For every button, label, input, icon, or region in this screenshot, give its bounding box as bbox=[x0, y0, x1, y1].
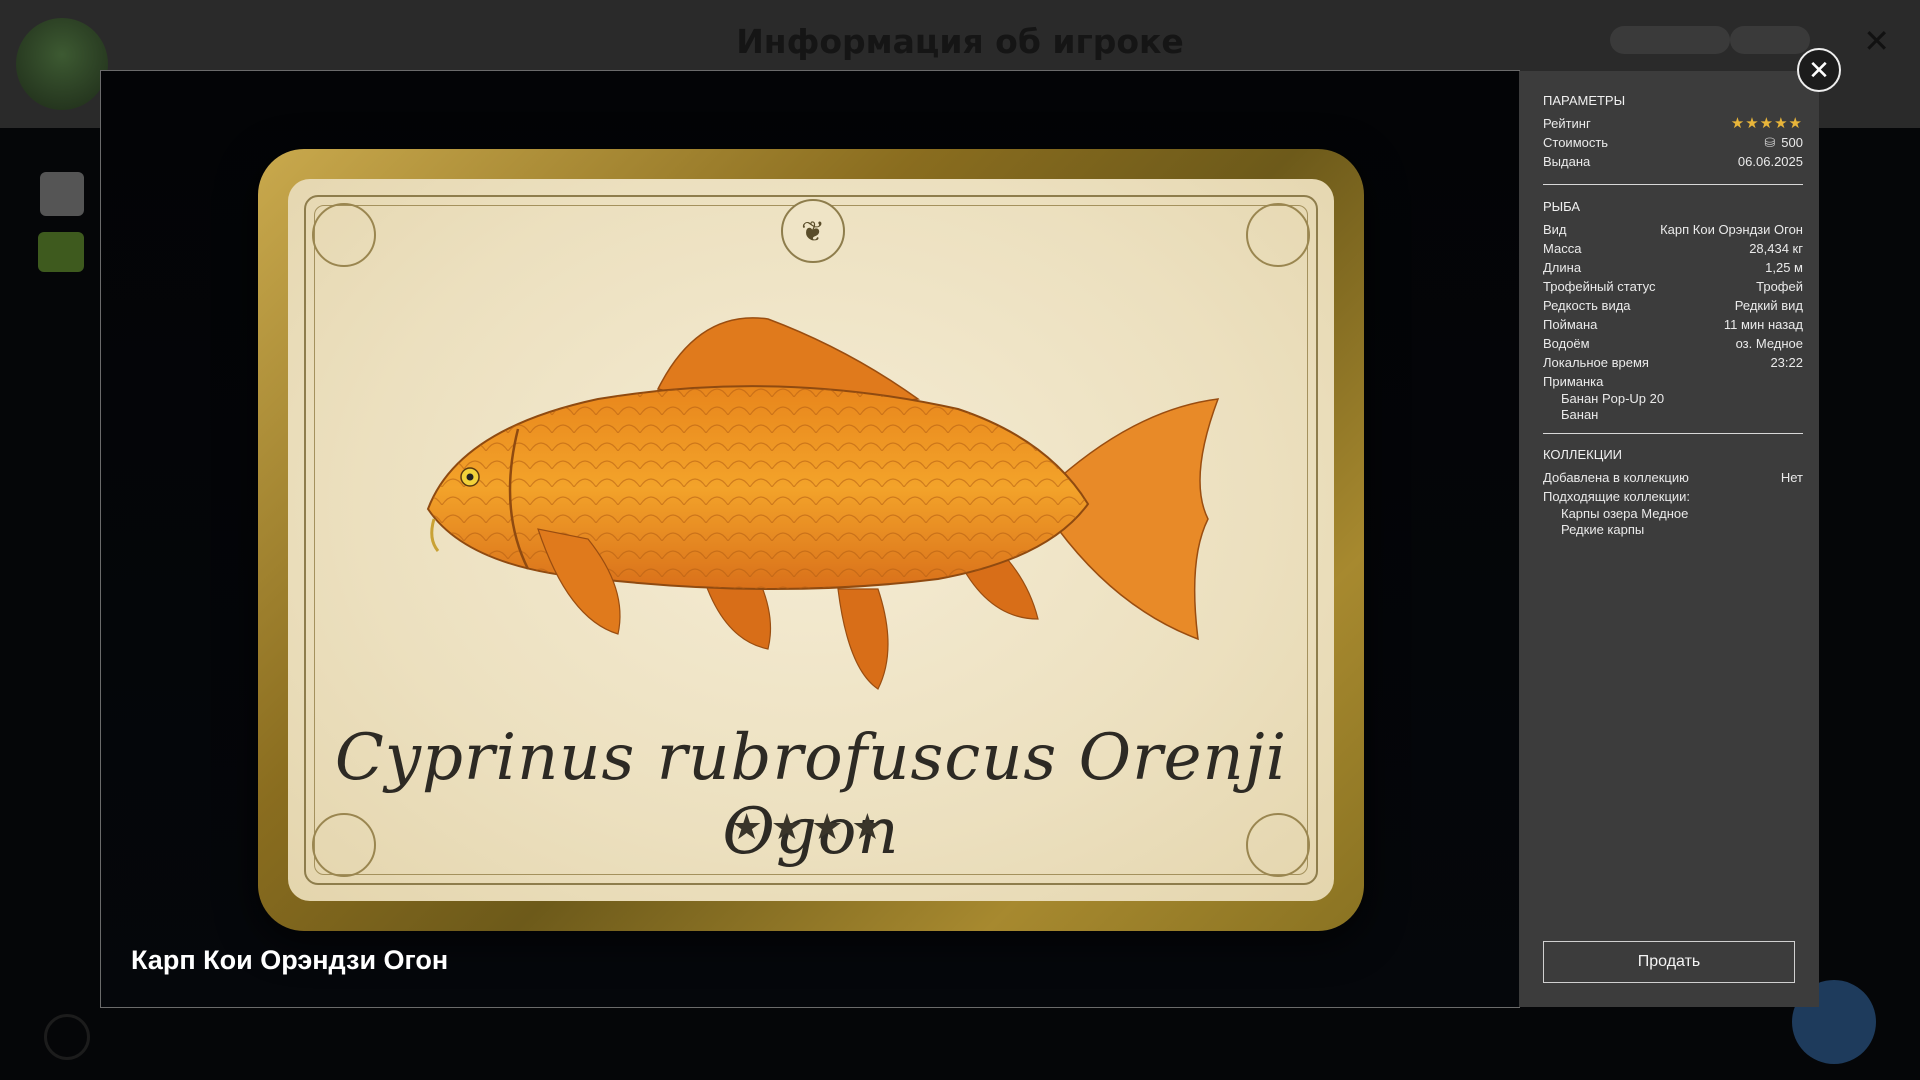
cost-label: Стоимость bbox=[1543, 135, 1609, 150]
added-collection-value: Нет bbox=[1780, 470, 1803, 485]
card-rarity-stars: ★★★★ bbox=[730, 807, 892, 848]
suitable-collections-row: Подходящие коллекции: bbox=[1543, 487, 1803, 506]
fish-info-value: 23:22 bbox=[1770, 355, 1803, 370]
bait-item: Банан Pop-Up 20 bbox=[1561, 391, 1665, 406]
issued-label: Выдана bbox=[1543, 154, 1591, 169]
card-preview-area: ❦ Cyprinus rubrofuscus Orenji Ogon ★★★★ … bbox=[101, 71, 1520, 1007]
fish-info-label: Локальное время bbox=[1543, 355, 1649, 370]
fish-info-row: Масса 28,434 кг bbox=[1543, 239, 1803, 258]
collections-section-title: КОЛЛЕКЦИИ bbox=[1543, 447, 1623, 462]
collection-item: Карпы озера Медное bbox=[1561, 506, 1689, 521]
added-collection-label: Добавлена в коллекцию bbox=[1543, 470, 1689, 485]
fish-info-label: Редкость вида bbox=[1543, 298, 1631, 313]
fish-card-modal: ❦ Cyprinus rubrofuscus Orenji Ogon ★★★★ … bbox=[100, 70, 1819, 1008]
params-section: ПАРАМЕТРЫ Рейтинг ★★★★★ Стоимость ⛁ 500 В… bbox=[1543, 93, 1803, 171]
fish-info-value: 11 мин назад bbox=[1723, 317, 1803, 332]
card-emblem-icon: ❦ bbox=[781, 199, 845, 263]
fish-info-row: Поймана 11 мин назад bbox=[1543, 315, 1803, 334]
ornament-corner bbox=[312, 203, 376, 267]
issued-value: 06.06.2025 bbox=[1737, 154, 1803, 169]
fish-trophy-card: ❦ Cyprinus rubrofuscus Orenji Ogon ★★★★ bbox=[258, 149, 1364, 931]
fish-info-row: Водоём оз. Медное bbox=[1543, 334, 1803, 353]
fish-info-label: Водоём bbox=[1543, 336, 1590, 351]
fish-section: РЫБА Вид Карп Кои Орэндзи Огон Масса 28,43… bbox=[1543, 199, 1803, 423]
background-close-icon: ✕ bbox=[1863, 22, 1890, 60]
collections-section: КОЛЛЕКЦИИ Добавлена в коллекцию Нет Подх… bbox=[1543, 447, 1803, 538]
sell-button[interactable]: Продать bbox=[1543, 941, 1795, 983]
background-bottom-icon bbox=[44, 1014, 90, 1060]
background-coin-badge bbox=[1730, 26, 1810, 54]
close-icon[interactable]: ✕ bbox=[1797, 48, 1841, 92]
fish-info-label: Масса bbox=[1543, 241, 1582, 256]
ornament-corner bbox=[1246, 203, 1310, 267]
background-sidebar-icon bbox=[38, 232, 84, 272]
collection-item: Редкие карпы bbox=[1561, 522, 1645, 537]
fish-info-label: Длина bbox=[1543, 260, 1582, 275]
cost-value: 500 bbox=[1781, 135, 1803, 150]
fish-info-label: Вид bbox=[1543, 222, 1567, 237]
fish-info-label: Трофейный статус bbox=[1543, 279, 1656, 294]
koi-carp-illustration bbox=[426, 317, 1220, 690]
fish-info-value: 28,434 кг bbox=[1749, 241, 1803, 256]
fish-info-label: Поймана bbox=[1543, 317, 1598, 332]
fish-info-value: Трофей bbox=[1756, 279, 1803, 294]
fish-section-title: РЫБА bbox=[1543, 199, 1581, 214]
rating-label: Рейтинг bbox=[1543, 116, 1591, 131]
fish-info-panel: ПАРАМЕТРЫ Рейтинг ★★★★★ Стоимость ⛁ 500 В… bbox=[1519, 71, 1819, 1007]
fish-info-row: Трофейный статус Трофей bbox=[1543, 277, 1803, 296]
rating-row: Рейтинг ★★★★★ bbox=[1543, 114, 1803, 133]
bait-item: Банан bbox=[1561, 407, 1599, 422]
fish-info-row: Вид Карп Кои Орэндзи Огон bbox=[1543, 220, 1803, 239]
background-currency-badge bbox=[1610, 26, 1730, 54]
background-sidebar-icon bbox=[40, 172, 84, 216]
section-divider bbox=[1543, 433, 1803, 434]
fish-info-row: Локальное время 23:22 bbox=[1543, 353, 1803, 372]
section-divider bbox=[1543, 184, 1803, 185]
fish-info-value: 1,25 м bbox=[1765, 260, 1803, 275]
fish-info-value: Редкий вид bbox=[1734, 298, 1803, 313]
bait-label: Приманка bbox=[1543, 374, 1604, 389]
fish-name-title: Карп Кои Орэндзи Огон bbox=[131, 945, 449, 975]
params-section-title: ПАРАМЕТРЫ bbox=[1543, 93, 1626, 108]
rating-stars-icon: ★★★★★ bbox=[1730, 115, 1803, 132]
fish-info-row: Длина 1,25 м bbox=[1543, 258, 1803, 277]
suitable-collections-label: Подходящие коллекции: bbox=[1543, 489, 1691, 504]
fish-info-value: Карп Кои Орэндзи Огон bbox=[1660, 222, 1803, 237]
added-collection-row: Добавлена в коллекцию Нет bbox=[1543, 468, 1803, 487]
card-face: ❦ Cyprinus rubrofuscus Orenji Ogon ★★★★ bbox=[288, 179, 1334, 901]
bait-row: Приманка bbox=[1543, 372, 1803, 391]
cost-row: Стоимость ⛁ 500 bbox=[1543, 133, 1803, 152]
issued-row: Выдана 06.06.2025 bbox=[1543, 152, 1803, 171]
coin-icon: ⛁ bbox=[1764, 135, 1776, 150]
fish-info-value: оз. Медное bbox=[1735, 336, 1803, 351]
fish-info-row: Редкость вида Редкий вид bbox=[1543, 296, 1803, 315]
